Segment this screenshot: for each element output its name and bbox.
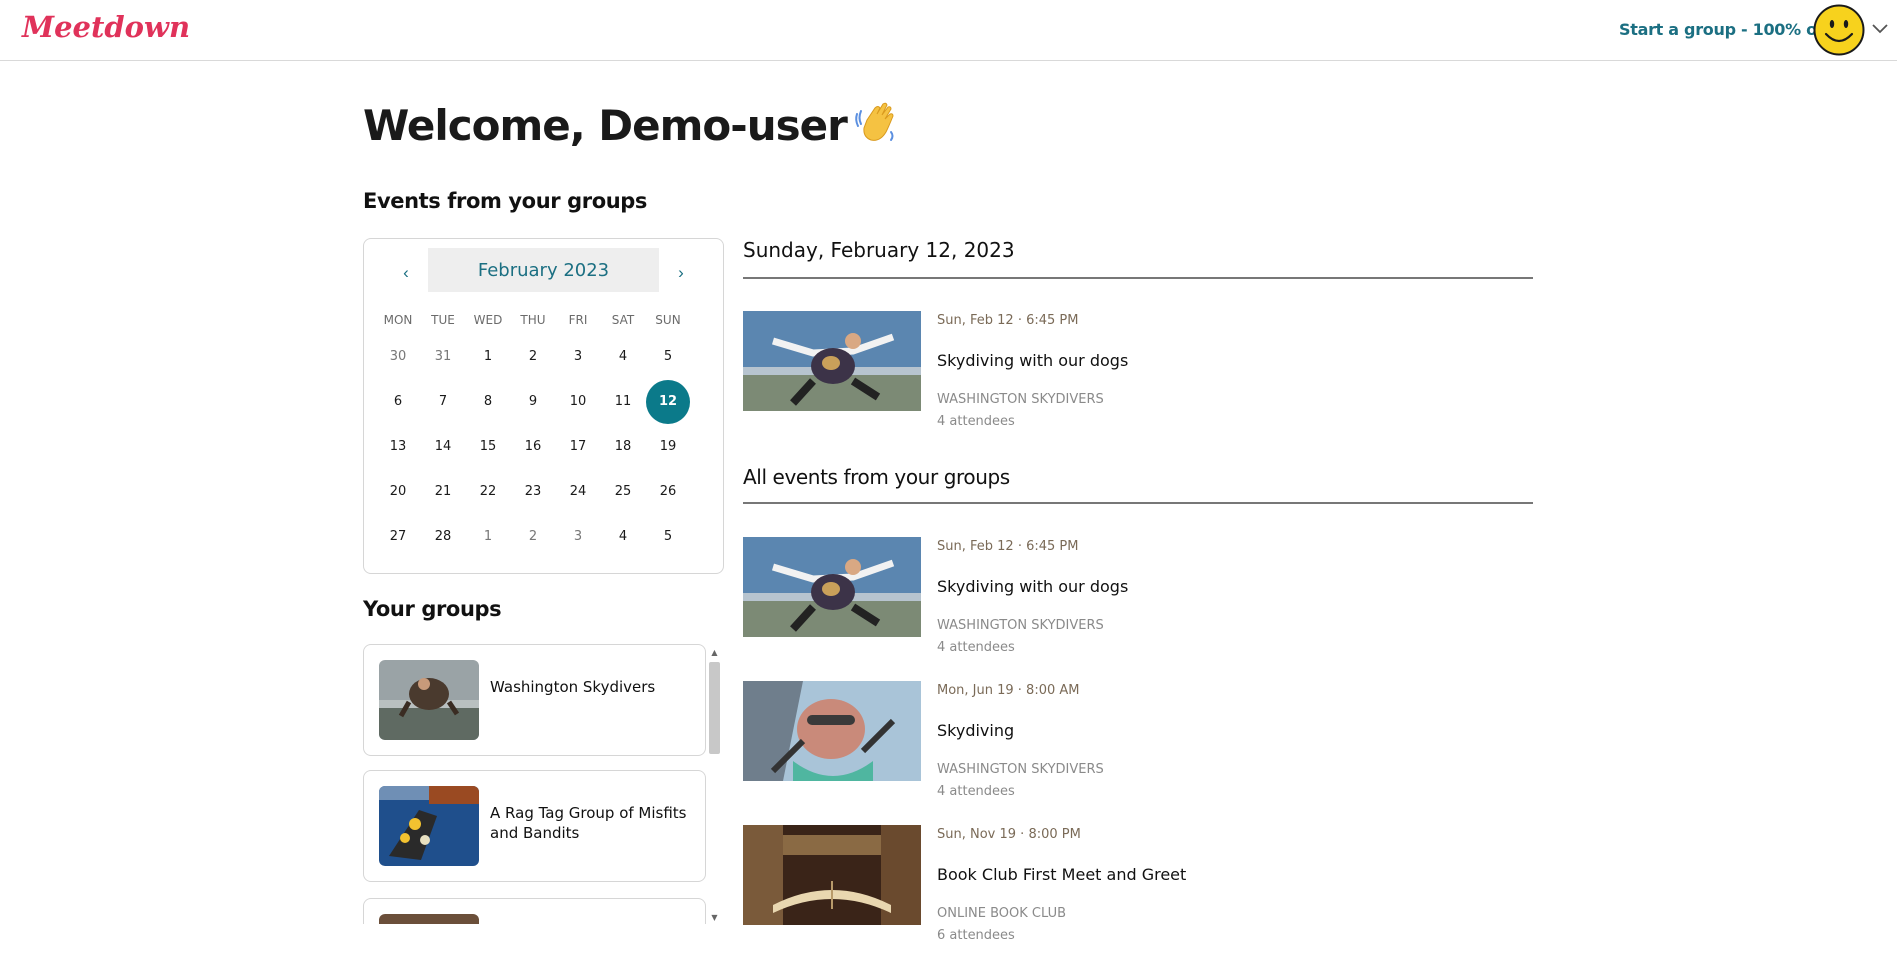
calendar-day[interactable]: 5 xyxy=(646,335,690,379)
scroll-up-arrow-icon[interactable]: ▲ xyxy=(707,646,722,660)
calendar-weekday-label: SAT xyxy=(611,313,635,327)
calendar-day[interactable]: 18 xyxy=(601,425,645,469)
top-nav: Meetdown Start a group - 100% off! xyxy=(0,0,1897,61)
events-section-title: Events from your groups xyxy=(363,189,648,213)
calendar-weekday-label: WED xyxy=(473,313,503,327)
calendar-weekday-label: THU xyxy=(520,313,546,327)
calendar-day[interactable]: 23 xyxy=(511,470,555,514)
calendar-prev-button[interactable]: ‹ xyxy=(394,261,418,285)
selected-day-header: Sunday, February 12, 2023 xyxy=(743,238,1015,262)
event-group: WASHINGTON SKYDIVERS xyxy=(937,392,1104,407)
groups-section-title: Your groups xyxy=(363,597,502,621)
books-photo xyxy=(743,825,921,925)
skydiving-face-photo xyxy=(743,681,921,781)
skydiving-dog-photo xyxy=(743,537,921,637)
calendar-day[interactable]: 27 xyxy=(376,515,420,559)
calendar-day[interactable]: 30 xyxy=(376,335,420,379)
meetdown-logo[interactable]: Meetdown xyxy=(22,10,190,44)
calendar-day[interactable]: 1 xyxy=(466,335,510,379)
calendar-weekday-label: FRI xyxy=(568,313,588,327)
calendar-month-label[interactable]: February 2023 xyxy=(428,248,659,292)
calendar-day[interactable]: 3 xyxy=(556,515,600,559)
scrollbar-thumb[interactable] xyxy=(709,662,720,754)
calendar-day[interactable]: 4 xyxy=(601,515,645,559)
calendar-next-button[interactable]: › xyxy=(669,261,693,285)
calendar-day-selected[interactable]: 12 xyxy=(646,380,690,424)
calendar-day[interactable]: 24 xyxy=(556,470,600,514)
group-card-washington-skydivers[interactable]: Washington Skydivers xyxy=(363,644,706,756)
groups-scrollbar[interactable]: ▲ ▼ xyxy=(707,646,722,925)
skydiving-dog-photo xyxy=(743,311,921,411)
calendar-day-grid: 30 31 1 2 3 4 5 6 7 8 9 10 11 12 13 14 15 16 17 18 19 20 21 22 2… xyxy=(376,335,712,565)
group-name: A Rag Tag Group of Misfits and Bandits xyxy=(490,804,687,842)
calendar-day[interactable]: 11 xyxy=(601,380,645,424)
event-group: WASHINGTON SKYDIVERS xyxy=(937,618,1104,633)
scroll-down-arrow-icon[interactable]: ▼ xyxy=(707,911,722,925)
welcome-heading: Welcome, Demo-user xyxy=(363,100,899,150)
calendar-day[interactable]: 2 xyxy=(511,335,555,379)
calendar-day[interactable]: 10 xyxy=(556,380,600,424)
calendar-day[interactable]: 13 xyxy=(376,425,420,469)
divider xyxy=(743,277,1533,279)
calendar-weekday-row: MON TUE WED THU FRI SAT SUN xyxy=(376,313,712,333)
smiley-face-icon[interactable] xyxy=(1813,4,1865,56)
chevron-down-icon[interactable] xyxy=(1871,21,1889,35)
boat-photo xyxy=(379,786,479,866)
event-title[interactable]: Skydiving xyxy=(937,721,1014,740)
event-title[interactable]: Skydiving with our dogs xyxy=(937,351,1128,370)
event-group: WASHINGTON SKYDIVERS xyxy=(937,762,1104,777)
event-item[interactable]: Sun, Feb 12 · 6:45 PM Skydiving with our… xyxy=(743,311,1533,441)
calendar-day[interactable]: 3 xyxy=(556,335,600,379)
calendar-weekday-label: TUE xyxy=(431,313,455,327)
event-attendees: 4 attendees xyxy=(937,640,1015,655)
waving-hand-icon xyxy=(855,102,894,141)
calendar-day[interactable]: 14 xyxy=(421,425,465,469)
start-group-link[interactable]: Start a group - 100% off! xyxy=(1619,20,1837,39)
calendar-day[interactable]: 8 xyxy=(466,380,510,424)
skydiver-photo xyxy=(379,660,479,740)
event-date: Sun, Feb 12 · 6:45 PM xyxy=(937,539,1079,554)
group-card-rag-tag-group[interactable]: A Rag Tag Group of Misfits and Bandits xyxy=(363,770,706,882)
calendar-day[interactable]: 6 xyxy=(376,380,420,424)
event-item[interactable]: Sun, Nov 19 · 8:00 PM Book Club First Me… xyxy=(743,825,1533,955)
calendar-day[interactable]: 5 xyxy=(646,515,690,559)
calendar-day[interactable]: 1 xyxy=(466,515,510,559)
calendar: ‹ February 2023 › MON TUE WED THU FRI SAT SUN … xyxy=(363,238,724,574)
calendar-day[interactable]: 9 xyxy=(511,380,555,424)
calendar-weekday-label: MON xyxy=(383,313,413,327)
calendar-day[interactable]: 4 xyxy=(601,335,645,379)
event-attendees: 6 attendees xyxy=(937,928,1015,943)
group-name: Washington Skydivers xyxy=(490,678,656,696)
event-item[interactable]: Mon, Jun 19 · 8:00 AM Skydiving WASHINGT… xyxy=(743,681,1533,811)
calendar-day[interactable]: 25 xyxy=(601,470,645,514)
groups-list[interactable]: Washington Skydivers A Rag Tag Group of … xyxy=(363,644,724,924)
group-card-partial[interactable] xyxy=(363,898,706,924)
event-attendees: 4 attendees xyxy=(937,414,1015,429)
event-date: Sun, Feb 12 · 6:45 PM xyxy=(937,313,1079,328)
calendar-weekday-label: SUN xyxy=(655,313,681,327)
calendar-day[interactable]: 21 xyxy=(421,470,465,514)
calendar-day[interactable]: 7 xyxy=(421,380,465,424)
calendar-day[interactable]: 31 xyxy=(421,335,465,379)
partial-photo xyxy=(379,914,479,924)
event-group: ONLINE BOOK CLUB xyxy=(937,906,1067,921)
all-events-header: All events from your groups xyxy=(743,465,1010,489)
calendar-day[interactable]: 26 xyxy=(646,470,690,514)
event-date: Sun, Nov 19 · 8:00 PM xyxy=(937,827,1081,842)
event-title[interactable]: Book Club First Meet and Greet xyxy=(937,865,1186,884)
event-title[interactable]: Skydiving with our dogs xyxy=(937,577,1128,596)
welcome-text: Welcome, Demo-user xyxy=(363,101,848,150)
calendar-day[interactable]: 22 xyxy=(466,470,510,514)
calendar-day[interactable]: 16 xyxy=(511,425,555,469)
calendar-day[interactable]: 15 xyxy=(466,425,510,469)
divider xyxy=(743,502,1533,504)
event-attendees: 4 attendees xyxy=(937,784,1015,799)
event-date: Mon, Jun 19 · 8:00 AM xyxy=(937,683,1080,698)
calendar-day[interactable]: 28 xyxy=(421,515,465,559)
calendar-day[interactable]: 2 xyxy=(511,515,555,559)
calendar-day[interactable]: 19 xyxy=(646,425,690,469)
calendar-day[interactable]: 17 xyxy=(556,425,600,469)
calendar-day[interactable]: 20 xyxy=(376,470,420,514)
event-item[interactable]: Sun, Feb 12 · 6:45 PM Skydiving with our… xyxy=(743,537,1533,667)
